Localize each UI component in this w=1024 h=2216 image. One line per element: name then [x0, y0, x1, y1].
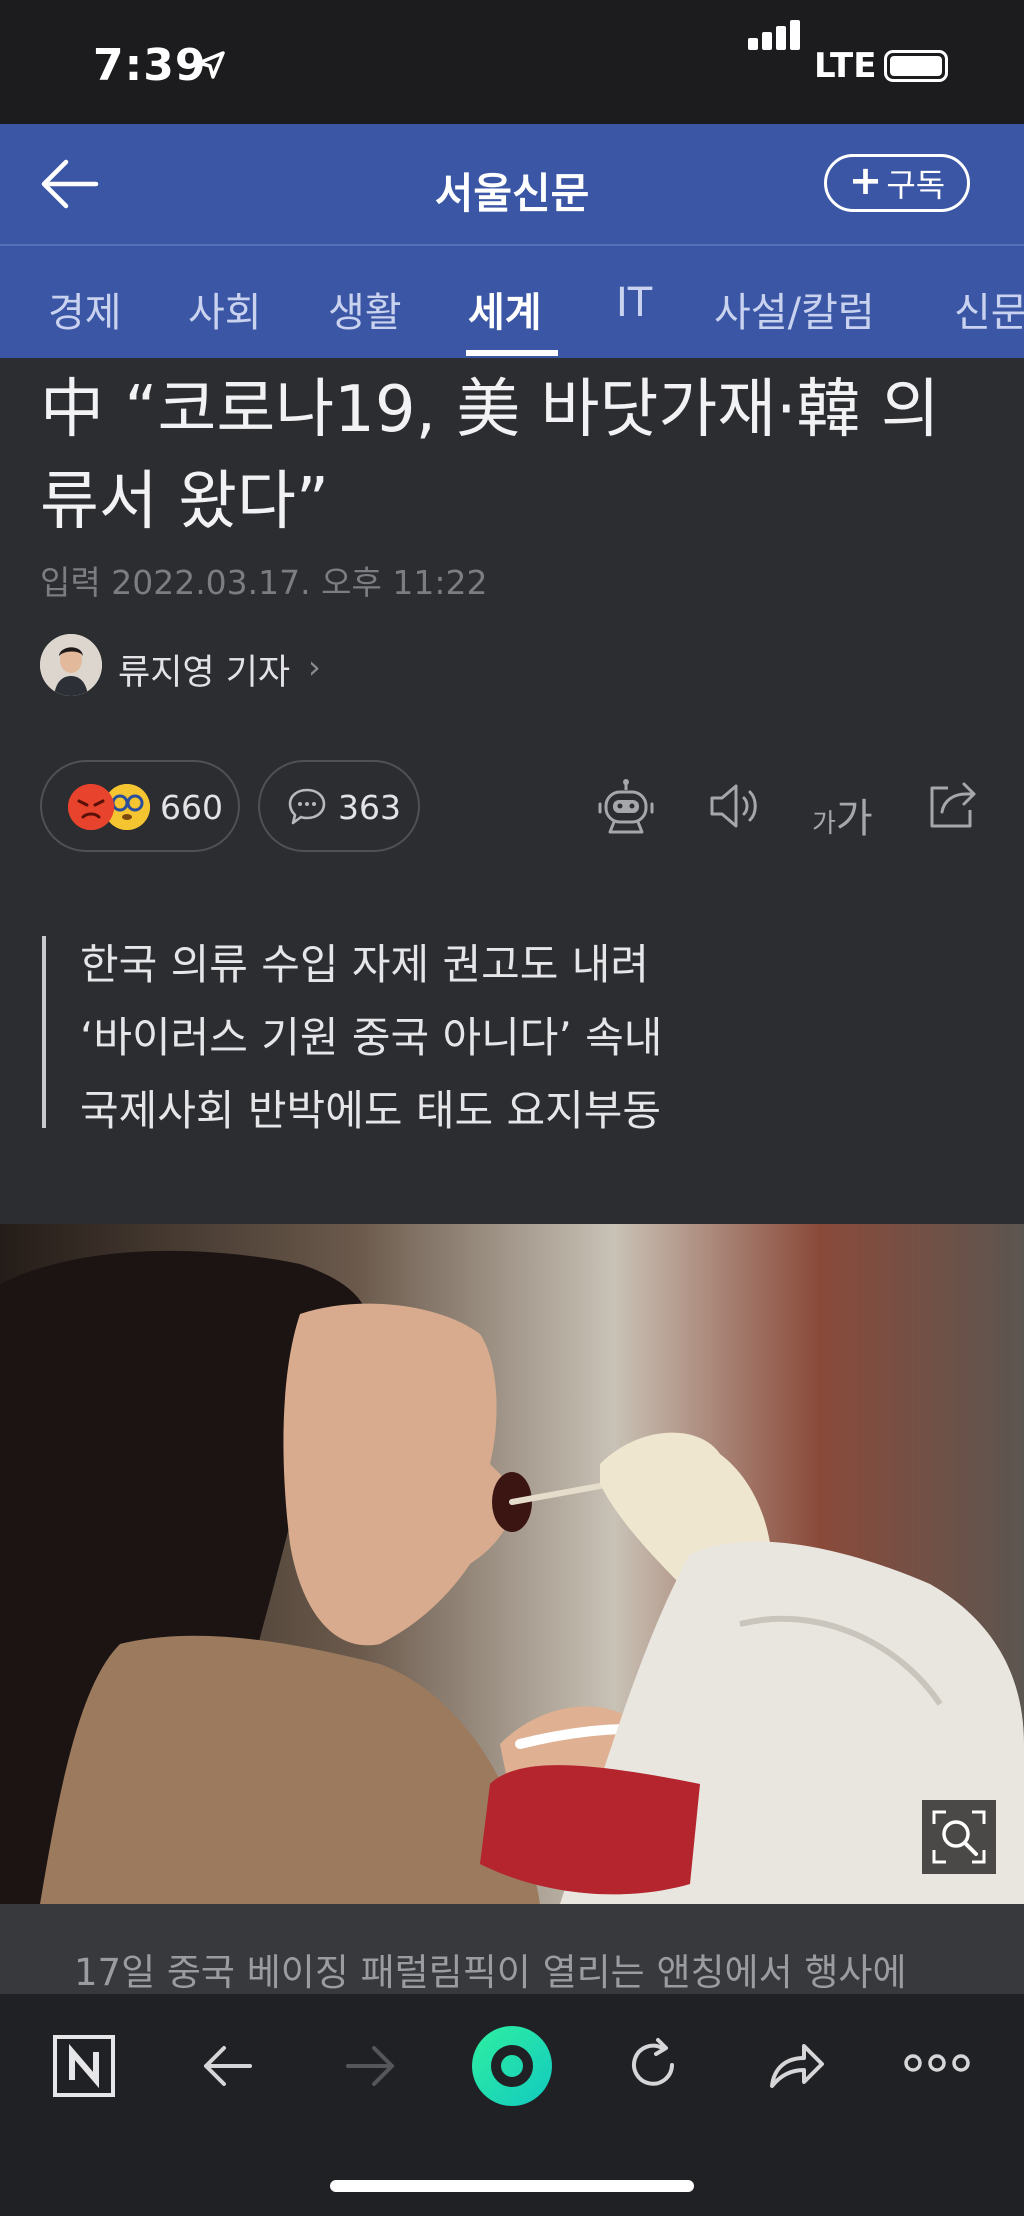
article-summary: 한국 의류 수입 자제 권고도 내려 ‘바이러스 기원 중국 아니다’ 속내 국…	[80, 928, 662, 1147]
headline-line: 中 “코로나19, 美 바닷가재·韓 의	[40, 373, 940, 447]
location-arrow-icon	[197, 51, 225, 79]
summary-quote-bar	[42, 936, 46, 1128]
summary-line: ‘바이러스 기원 중국 아니다’ 속내	[80, 1013, 663, 1062]
author-name[interactable]: 류지영 기자	[118, 644, 290, 695]
photo-zoom-button[interactable]	[922, 1800, 996, 1874]
share-icon[interactable]	[926, 778, 980, 832]
network-label: LTE	[814, 46, 877, 86]
tab-editorial[interactable]: 사설/칼럼	[714, 280, 875, 338]
reaction-count: 660	[160, 788, 223, 827]
more-icon[interactable]	[904, 2048, 970, 2078]
subscribe-button[interactable]: + 구독	[824, 154, 970, 212]
photo-caption: 17일 중국 베이징 패럴림픽이 열리는 앤칭에서 행사에	[74, 1951, 907, 1994]
reaction-button[interactable]: 660	[40, 760, 240, 852]
tab-newspaper[interactable]: 신문	[954, 280, 1024, 338]
subscribe-label: 구독	[886, 166, 946, 204]
article-dateline: 입력 2022.03.17. 오후 11:22	[40, 563, 488, 602]
refresh-icon[interactable]	[624, 2036, 682, 2094]
summary-line: 국제사회 반박에도 태도 요지부동	[80, 1086, 662, 1135]
comment-button[interactable]: 363	[258, 760, 420, 852]
status-time: 7:39	[93, 40, 207, 91]
status-bar: 7:39 LTE	[0, 0, 1024, 124]
naver-logo-icon[interactable]	[52, 2034, 116, 2098]
font-size-icon[interactable]: 가가	[812, 786, 873, 844]
back-arrow-icon[interactable]	[200, 2038, 256, 2094]
article-photo[interactable]	[0, 1224, 1024, 1904]
home-indicator[interactable]	[330, 2180, 694, 2192]
tab-world[interactable]: 세계	[468, 280, 542, 338]
green-dot-icon[interactable]	[470, 2024, 554, 2108]
speaker-icon[interactable]	[706, 778, 762, 834]
robot-icon[interactable]	[596, 778, 656, 838]
tab-society[interactable]: 사회	[188, 280, 262, 338]
chevron-right-icon[interactable]: ›	[308, 648, 321, 686]
author-avatar[interactable]	[40, 634, 102, 696]
app-header: 서울신문 + 구독	[0, 124, 1024, 244]
comment-count: 363	[338, 788, 401, 827]
forward-arrow-icon[interactable]	[342, 2038, 398, 2094]
magnify-icon	[932, 1810, 986, 1864]
category-tabs: 경제 사회 생활 세계 IT 사설/칼럼 신문	[0, 246, 1024, 358]
share-arrow-icon[interactable]	[766, 2036, 826, 2094]
headline-line: 류서 왔다”	[40, 465, 330, 539]
active-tab-indicator	[466, 350, 558, 356]
tab-it[interactable]: IT	[616, 280, 652, 326]
font-size-small: 가	[812, 809, 836, 839]
tab-economy[interactable]: 경제	[48, 280, 122, 338]
tab-life[interactable]: 생활	[328, 280, 402, 338]
plus-icon: +	[848, 158, 883, 204]
battery-icon	[884, 50, 948, 82]
article-headline: 中 “코로나19, 美 바닷가재·韓 의 류서 왔다”	[40, 364, 1000, 548]
summary-line: 한국 의류 수입 자제 권고도 내려	[80, 940, 650, 989]
angry-face-icon	[68, 784, 114, 830]
font-size-large: 가	[835, 796, 873, 842]
speech-bubble-icon	[288, 788, 326, 825]
